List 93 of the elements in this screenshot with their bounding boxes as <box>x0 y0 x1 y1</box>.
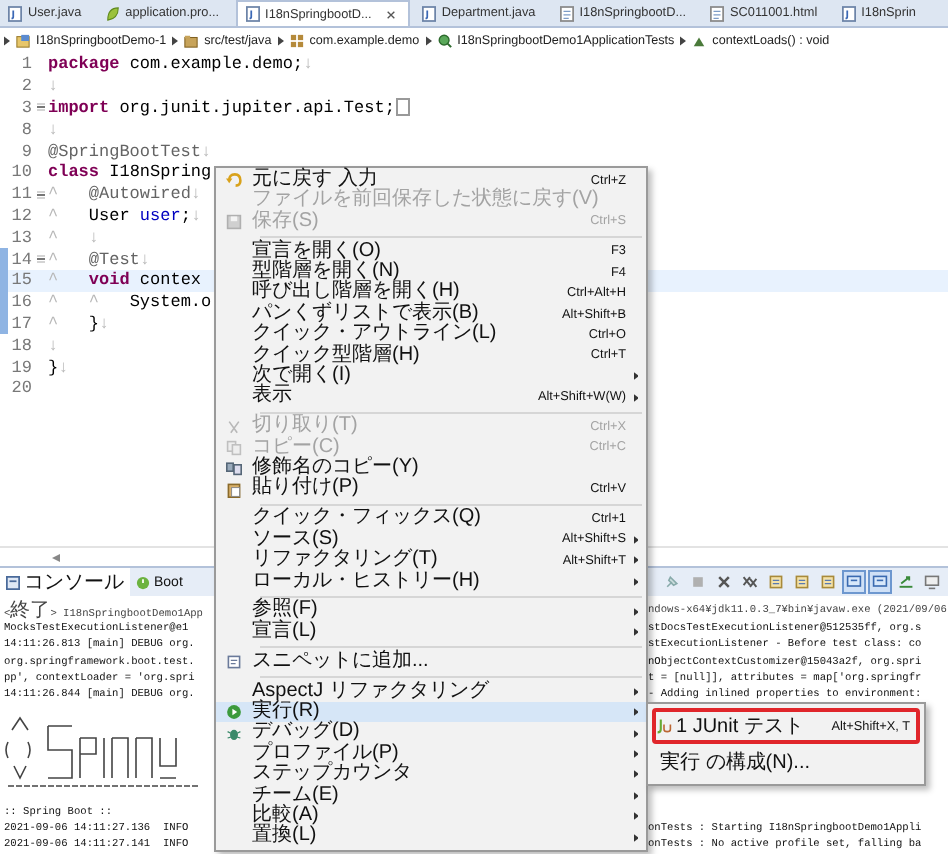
java-file-icon <box>421 5 436 21</box>
console-icon <box>6 575 20 589</box>
power-icon <box>136 575 150 589</box>
code-text: class I18nSpring <box>48 162 212 183</box>
line-number: 14 <box>9 249 32 270</box>
fold-icon[interactable] <box>35 254 45 265</box>
package-icon <box>289 33 304 47</box>
line-number: 2 <box>19 76 32 97</box>
run-icon <box>226 704 242 721</box>
fold-icon[interactable] <box>35 102 45 113</box>
code-text: ^ @Test↓ <box>48 249 151 270</box>
menu-item[interactable]: デバッグ(D) <box>216 722 646 744</box>
copy-icon <box>226 439 242 456</box>
page-icon <box>226 653 242 670</box>
line-number: 3 <box>19 97 32 118</box>
code-text: import org.junit.jupiter.api.Test; <box>48 97 395 118</box>
bug-icon <box>226 725 242 742</box>
submenu-arrow-icon <box>633 556 639 565</box>
menu-item[interactable]: AspectJ リファクタリング <box>216 681 646 702</box>
paste-icon <box>226 481 242 498</box>
submenu-arrow-icon <box>633 687 639 696</box>
submenu-arrow-icon <box>633 729 639 738</box>
chevron-icon <box>425 35 432 45</box>
menu-item[interactable]: 実行 の構成(N)... <box>652 744 920 780</box>
chevron-icon <box>680 35 687 45</box>
undo-icon <box>226 172 242 189</box>
line-number: 11 <box>9 184 32 205</box>
code-text: package com.example.demo;↓ <box>48 54 314 75</box>
magnifier-class-icon <box>437 33 452 47</box>
close-icon[interactable] <box>385 9 396 19</box>
menu-item[interactable]: 宣言(L) <box>216 621 646 643</box>
line-number: 15 <box>9 270 32 291</box>
submenu-arrow-icon <box>633 393 639 402</box>
line-number: 17 <box>9 313 32 334</box>
submenu-arrow-icon <box>633 812 639 821</box>
code-text: ^ ↓ <box>48 227 100 248</box>
code-text: ↓ <box>48 76 59 97</box>
submenu-arrow-icon <box>633 749 639 758</box>
line-number: 19 <box>9 357 32 378</box>
copy-icon <box>226 460 242 477</box>
line-number: 13 <box>9 227 32 248</box>
submenu-arrow-icon <box>633 791 639 800</box>
folder-icon <box>184 33 199 47</box>
line-number: 9 <box>19 141 32 162</box>
code-text: ↓ <box>48 335 59 356</box>
code-text: }↓ <box>48 357 69 378</box>
collapsed-code-icon[interactable] <box>396 98 411 117</box>
code-text: ↓ <box>48 119 59 140</box>
line-number: 12 <box>9 205 32 226</box>
submenu-arrow-icon <box>633 708 639 717</box>
submenu-arrow-icon <box>633 607 639 616</box>
submenu-arrow-icon <box>633 372 639 381</box>
code-text: ^ void contex <box>48 270 202 291</box>
save-icon <box>226 213 242 230</box>
code-text: ^ }↓ <box>48 313 110 334</box>
fold-icon[interactable] <box>35 189 45 200</box>
menu-item[interactable]: 参照(F) <box>216 600 646 622</box>
line-number: 20 <box>9 378 32 399</box>
java-file-icon <box>8 5 22 21</box>
chevron-icon <box>4 35 10 45</box>
line-number: 10 <box>9 162 32 183</box>
line-number: 1 <box>19 54 32 75</box>
chevron-icon <box>277 35 284 45</box>
line-number: 18 <box>9 335 32 356</box>
junit-icon <box>656 718 672 734</box>
triangle-icon <box>692 33 707 47</box>
file-icon <box>559 5 574 21</box>
chevron-icon <box>172 35 179 45</box>
menu-item[interactable]: 実行(R) <box>216 701 646 723</box>
code-text: @SpringBootTest↓ <box>48 141 212 162</box>
code-text: ^ ^ System.o <box>48 292 212 313</box>
submenu-arrow-icon <box>633 833 639 842</box>
line-number: 16 <box>9 292 32 313</box>
menu-item[interactable]: ローカル・ヒストリー(H) <box>216 571 646 592</box>
console-tab[interactable]: コンソール <box>0 568 130 596</box>
file-icon <box>710 5 725 21</box>
submenu-arrow-icon <box>633 535 639 544</box>
submenu-arrow-icon <box>633 628 639 637</box>
project-icon <box>16 33 30 47</box>
code-text: ^ User user;↓ <box>48 205 202 226</box>
java-file-icon <box>245 6 260 22</box>
menu-item[interactable]: 置換(L) <box>216 826 646 848</box>
scroll-left-icon[interactable] <box>52 553 60 561</box>
submenu-arrow-icon <box>633 770 639 779</box>
menu-item[interactable]: チーム(E) <box>216 785 646 806</box>
leaf-icon <box>105 5 120 21</box>
code-text: ^ @Autowired↓ <box>48 184 202 205</box>
line-number: 8 <box>19 119 32 140</box>
menu-item[interactable]: ステップカウンタ <box>216 764 646 786</box>
submenu-arrow-icon <box>633 577 639 586</box>
menu-item[interactable]: スニペットに追加... <box>216 651 646 673</box>
java-file-icon <box>841 5 856 21</box>
scissors-icon <box>226 419 242 435</box>
